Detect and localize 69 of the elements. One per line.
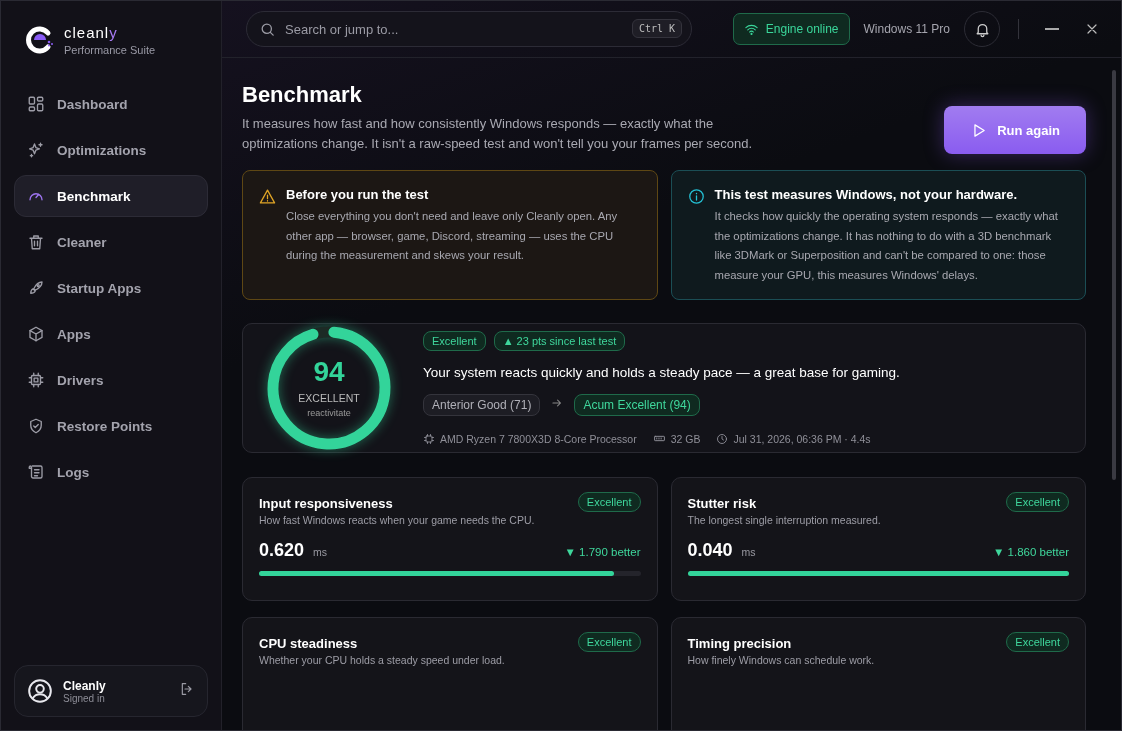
- brand-subtitle: Performance Suite: [64, 44, 156, 56]
- ram-label: 32 GB: [670, 432, 701, 445]
- shield-check-icon: [27, 417, 45, 435]
- score-rating: EXCELLENT: [298, 392, 360, 404]
- metric-title: Stutter risk: [687, 496, 757, 511]
- sparkles-icon: [27, 141, 45, 159]
- trash-icon: [27, 233, 45, 251]
- box-icon: [27, 325, 45, 343]
- cpu-label: AMD Ryzen 7 7800X3D 8-Core Processor: [440, 432, 637, 445]
- run-again-button[interactable]: Run again: [944, 106, 1086, 154]
- notice-text: Close everything you don't need and leave only Cleanly open. Any other app — browser, game, Discord, streaming — uses the CPU during the measurement and skews your result.: [286, 209, 619, 263]
- os-label: Windows 11 Pro: [862, 22, 951, 36]
- metric-value: 0.040: [687, 540, 733, 561]
- shortcut-hint: Ctrl K: [631, 19, 682, 38]
- timestamp: Jul 31, 2026, 06:36 PM · 4.4s: [733, 432, 871, 445]
- sidebar-item[interactable]: Cleaner: [14, 221, 208, 263]
- rating-badge: Excellent: [423, 331, 486, 351]
- engine-status: Engine online: [732, 13, 850, 45]
- metric-title: CPU steadiness: [259, 636, 358, 651]
- sidebar-item[interactable]: Dashboard: [14, 83, 208, 125]
- metric-delta: ▼ 1.860 better: [993, 546, 1069, 558]
- metric-delta: ▼ 1.790 better: [564, 546, 641, 558]
- notice-title: Before you run the test: [286, 187, 430, 202]
- user-card[interactable]: Cleanly Signed in: [14, 665, 208, 717]
- scroll-icon: [27, 463, 45, 481]
- info-icon: [687, 188, 705, 205]
- metric-description: How finely Windows can schedule work.: [687, 654, 876, 666]
- brand-name: cleanly: [64, 24, 119, 41]
- sidebar-item[interactable]: Drivers: [14, 359, 208, 401]
- grid-icon: [27, 95, 45, 113]
- page-description: It measures how fast and how consistently Windows responds — exactly what the optimizations change. It isn't a raw-speed test and won't tell you your frames per second.: [242, 115, 754, 153]
- user-name: Cleanly: [63, 678, 106, 693]
- sidebar-item[interactable]: Logs: [14, 451, 208, 493]
- sidebar-item[interactable]: Benchmark: [14, 175, 208, 217]
- chip-icon: [27, 371, 45, 389]
- sidebar-item[interactable]: Apps: [14, 313, 208, 355]
- previous-score: Anterior Good (71): [423, 394, 541, 416]
- score-caption: reactivitate: [307, 408, 351, 418]
- metric-badge: Excellent: [1006, 632, 1069, 652]
- user-status: Signed in: [63, 692, 105, 704]
- page-title: Benchmark: [242, 82, 363, 108]
- user-avatar-icon: [27, 678, 53, 704]
- metric-badge: Excellent: [1006, 492, 1069, 512]
- score-summary: Your system reacts quickly and holds a steady pace — a great base for gaming.: [423, 365, 900, 380]
- current-score: Acum Excellent (94): [574, 394, 700, 416]
- logo-icon: [26, 26, 54, 54]
- metric-badge: Excellent: [577, 632, 641, 652]
- notice-title: This test measures Windows, not your hardware.: [714, 187, 1019, 202]
- change-badge: ▲ 23 pts since last test: [493, 331, 626, 351]
- minimize-icon: [1045, 28, 1059, 30]
- chip-icon: [423, 432, 435, 445]
- clock-icon: [716, 432, 729, 445]
- metric-title: Timing precision: [687, 636, 792, 651]
- sidebar-item[interactable]: Optimizations: [14, 129, 208, 171]
- metric-description: How fast Windows reacts when your game needs the CPU.: [259, 514, 536, 526]
- notice-text: It checks how quickly the operating system responds — exactly what the optimizations change. It has nothing to do with a 3D benchmark like 3DMark or Superposition and can't be compared to one: those measure your GPU, this measures Windows' delays.: [714, 209, 1059, 283]
- metric-unit: ms: [313, 546, 328, 558]
- metric-badge: Excellent: [577, 492, 641, 512]
- sidebar-item[interactable]: Startup Apps: [14, 267, 208, 309]
- metric-description: The longest single interruption measured.: [687, 514, 882, 526]
- metric-value: 0.620: [259, 540, 305, 561]
- warning-icon: [259, 188, 276, 205]
- scrollbar-thumb[interactable]: [1112, 70, 1116, 480]
- metric-description: Whether your CPU holds a steady speed under load.: [259, 654, 506, 666]
- search-icon: [259, 21, 276, 38]
- score-value: 94: [313, 358, 345, 386]
- metric-unit: ms: [741, 546, 756, 558]
- sidebar-item[interactable]: Restore Points: [14, 405, 208, 447]
- metric-title: Input responsiveness: [259, 496, 393, 511]
